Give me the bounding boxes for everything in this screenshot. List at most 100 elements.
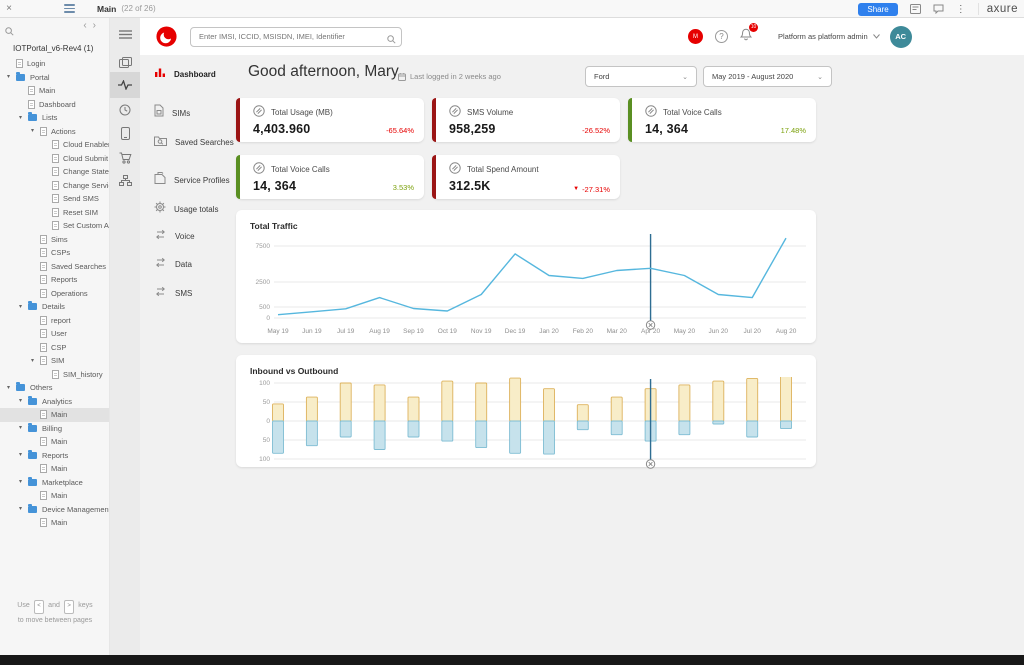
tree-item[interactable]: ▾Reports [0, 449, 110, 463]
expand-arrow-icon[interactable]: ▾ [19, 304, 28, 310]
total-traffic-chart[interactable]: 050025007500May 19Jun 19Jul 19Aug 19Sep … [240, 232, 812, 345]
tree-item[interactable]: Send SMS [0, 192, 110, 206]
tree-item[interactable]: Reports [0, 273, 110, 287]
tree-item[interactable]: Change State [0, 165, 110, 179]
svg-text:7500: 7500 [256, 243, 271, 250]
tree-item[interactable]: Saved Searches [0, 260, 110, 274]
tree-item[interactable]: ▾Actions [0, 125, 110, 139]
inbound-outbound-panel: Inbound vs Outbound 10050050100 [236, 355, 816, 467]
tree-item[interactable]: report [0, 314, 110, 328]
kpi-cards: Total Usage (MB)4,403.960-65.64%SMS Volu… [236, 98, 820, 199]
tree-item[interactable]: ▾SIM [0, 354, 110, 368]
tree-item[interactable]: Sims [0, 233, 110, 247]
tree-item[interactable]: Set Custom Attributes [0, 219, 110, 233]
tree-item[interactable]: Cloud Enablement [0, 138, 110, 152]
tree-item[interactable]: User [0, 327, 110, 341]
tree-item[interactable]: CSPs [0, 246, 110, 260]
page-count: (22 of 26) [121, 4, 155, 13]
inbound-outbound-chart[interactable]: 10050050100 [240, 377, 812, 474]
svg-text:May 20: May 20 [674, 328, 696, 335]
tree-item[interactable]: ▾ Analytics [0, 395, 110, 409]
axure-logo: axure [978, 3, 1018, 15]
global-search-input[interactable] [190, 27, 402, 47]
date-range-select[interactable]: May 2019 - August 2020 ⌄ [703, 66, 832, 87]
avatar[interactable]: AC [890, 26, 912, 48]
kpi-change: -65.64% [386, 126, 414, 135]
expand-arrow-icon[interactable]: ▾ [31, 358, 40, 364]
more-options-icon[interactable]: ⋮ [956, 4, 966, 15]
tree-item[interactable]: Main [0, 489, 110, 503]
tree-item[interactable]: SIM_history [0, 368, 110, 382]
comments-icon[interactable] [933, 4, 944, 14]
tree-item[interactable]: Cloud Submit Op [0, 152, 110, 166]
menu-icon[interactable] [110, 21, 140, 47]
kpi-accent-bar [628, 98, 632, 142]
tree-item[interactable]: ▾Others [0, 381, 110, 395]
kpi-change: -26.52% [582, 126, 610, 135]
kpi-change: 17.48% [781, 126, 806, 135]
tree-item[interactable]: ▾ Marketplace [0, 476, 110, 490]
alert-status-icon[interactable]: M [688, 29, 703, 44]
pages-panel-toggle-icon[interactable] [64, 4, 75, 13]
tree-item[interactable]: ▾ Lists [0, 111, 110, 125]
expand-arrow-icon[interactable]: ▾ [31, 128, 40, 134]
tree-item-label: Lists [42, 113, 57, 122]
page-icon [52, 181, 59, 190]
project-title: IOTPortal_v6-Rev4 (1) [0, 38, 109, 57]
page-prev-next-icons[interactable]: ‹› [83, 20, 102, 31]
tree-item[interactable]: Main [0, 84, 110, 98]
tree-item[interactable]: ▾Device Management [0, 503, 110, 517]
kpi-title: Total Spend Amount [467, 165, 539, 174]
tree-item[interactable]: Change Service Profile [0, 179, 110, 193]
tree-item[interactable]: ▾Billing [0, 422, 110, 436]
tree-item[interactable]: Dashboard [0, 98, 110, 112]
page-icon [40, 235, 47, 244]
search-icon[interactable] [5, 23, 14, 41]
close-icon[interactable]: × [0, 3, 18, 14]
notifications-bell-icon[interactable]: 10 [740, 28, 752, 46]
kpi-change: ▼-27.31% [573, 185, 610, 194]
tree-item-label: Analytics [42, 397, 72, 406]
keyboard-hint: Use < and > keys to move between pages [0, 599, 110, 627]
page-icon [40, 248, 47, 257]
account-filter-select[interactable]: Ford ⌄ [585, 66, 697, 87]
expand-arrow-icon[interactable]: ▾ [7, 385, 16, 391]
kpi-value: 14, 364 [253, 179, 296, 193]
tree-item-label: Sims [51, 235, 68, 244]
tree-item[interactable]: Main [0, 435, 110, 449]
device-icon[interactable] [110, 120, 140, 146]
tree-item[interactable]: Main [0, 516, 110, 530]
svg-text:Jan 20: Jan 20 [539, 328, 559, 335]
console-panel-icon[interactable] [910, 4, 921, 14]
tree-item[interactable]: Main [0, 408, 110, 422]
expand-arrow-icon[interactable]: ▾ [19, 479, 28, 485]
tree-item-label: Main [51, 410, 67, 419]
expand-arrow-icon[interactable]: ▾ [7, 74, 16, 80]
folder-icon [28, 303, 38, 310]
page-icon [40, 343, 47, 352]
share-button[interactable]: Share [858, 3, 897, 16]
account-menu[interactable]: Platform as platform admin [778, 32, 880, 41]
expand-arrow-icon[interactable]: ▾ [19, 452, 28, 458]
page-icon [40, 437, 47, 446]
expand-arrow-icon[interactable]: ▾ [19, 115, 28, 121]
kpi-card: Total Spend Amount312.5K▼-27.31% [432, 155, 620, 199]
tree-item[interactable]: CSP [0, 341, 110, 355]
sitemap-icon[interactable] [110, 167, 140, 193]
tree-item[interactable]: Reset SIM [0, 206, 110, 220]
dashboard-content: Good afternoon, Mary Last logged in 2 we… [140, 55, 1024, 655]
tree-item-label: Marketplace [42, 478, 83, 487]
tree-item[interactable]: ▾Details [0, 300, 110, 314]
help-icon[interactable]: ? [715, 30, 728, 43]
interactions-pulse-icon[interactable] [110, 72, 140, 98]
expand-arrow-icon[interactable]: ▾ [19, 506, 28, 512]
expand-arrow-icon[interactable]: ▾ [19, 425, 28, 431]
tree-item[interactable]: ▾Portal [0, 71, 110, 85]
tree-item[interactable]: Operations [0, 287, 110, 301]
tree-item[interactable]: Login [0, 57, 110, 71]
expand-arrow-icon[interactable]: ▾ [19, 398, 28, 404]
chevron-down-icon: ⌄ [817, 73, 823, 81]
tree-item[interactable]: Main [0, 462, 110, 476]
panel-title: Inbound vs Outbound [236, 355, 816, 376]
svg-text:Aug 20: Aug 20 [776, 328, 797, 335]
